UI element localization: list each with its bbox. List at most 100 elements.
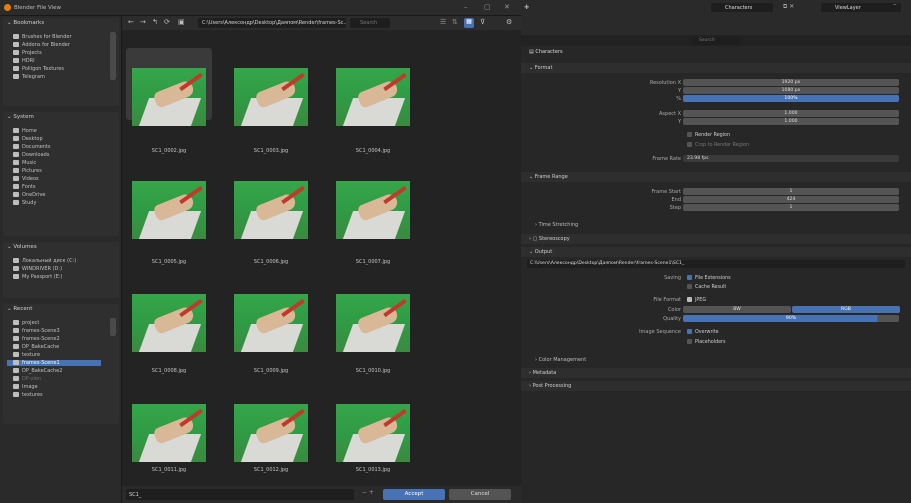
minimize-icon[interactable]: –	[464, 3, 468, 11]
thumbnail-image[interactable]	[132, 68, 206, 126]
recent-item[interactable]: frames-Scene2	[13, 336, 60, 342]
aspect-y-field[interactable]: 1.000	[683, 118, 899, 125]
system-item-documents[interactable]: Documents	[13, 144, 51, 150]
resolution-y-field[interactable]: 1080 px	[683, 87, 899, 94]
accept-button[interactable]: Accept	[383, 489, 445, 500]
thumbnail-image[interactable]	[336, 294, 410, 352]
system-header[interactable]: ⌄ System	[7, 114, 34, 120]
system-item-pictures[interactable]: Pictures	[13, 168, 42, 174]
recent-item[interactable]: project	[13, 320, 39, 326]
maximize-icon[interactable]: ▢	[484, 3, 491, 11]
thumbnail-image[interactable]	[234, 404, 308, 462]
system-item-music[interactable]: Music	[13, 160, 36, 166]
recent-item[interactable]: DP-vien	[13, 376, 41, 382]
recent-item[interactable]: texture	[13, 352, 40, 358]
recent-header[interactable]: ⌄ Recent	[7, 306, 32, 312]
frame-range-section-header[interactable]: ⌄ Frame Range	[521, 172, 911, 182]
thumbnail-image[interactable]	[132, 294, 206, 352]
frame-step-field[interactable]: 1	[683, 204, 899, 211]
recent-scrollbar[interactable]	[110, 318, 116, 336]
quality-slider[interactable]: 90%	[683, 315, 899, 322]
resolution-x-field[interactable]: 1920 px	[683, 79, 899, 86]
recent-item[interactable]: DP_BakeCache	[13, 344, 59, 350]
volume-item[interactable]: My Passport (E:)	[13, 274, 63, 280]
volume-item[interactable]: Локальный диск (C:)	[13, 258, 76, 264]
color-rgb-button[interactable]: RGB	[792, 306, 900, 313]
recent-item[interactable]: frames-Scene3	[13, 328, 60, 334]
stereoscopy-section-header[interactable]: › ▢ Stereoscopy	[521, 234, 911, 244]
scene-selector[interactable]: Characters	[711, 3, 773, 12]
recent-item[interactable]: textures	[13, 392, 43, 398]
recent-item[interactable]: Image	[13, 384, 38, 390]
frame-end-field[interactable]: 424	[683, 196, 899, 203]
properties-search-input[interactable]: Search	[691, 37, 741, 45]
scene-options-icon[interactable]: ⧉ ✕	[783, 3, 794, 11]
volumes-header[interactable]: ⌄ Volumes	[7, 244, 37, 250]
system-item-home[interactable]: Home	[13, 128, 37, 134]
frame-rate-dropdown[interactable]: 23.98 fps	[683, 155, 899, 162]
resolution-percentage-slider[interactable]: 100%	[683, 95, 899, 102]
path-field[interactable]: C:\Users\Алексондр\Desktop\Даяпом\Render…	[198, 18, 346, 28]
recent-item-selected[interactable]: frames-Scene1	[7, 360, 101, 366]
cache-result-checkbox[interactable]: Cache Result	[687, 284, 726, 290]
system-item-desktop[interactable]: Desktop	[13, 136, 43, 142]
format-section-header[interactable]: ⌄ Format	[521, 63, 911, 73]
back-arrow-icon[interactable]: ←	[128, 18, 134, 26]
display-mode-icon[interactable]: ☰	[440, 18, 446, 26]
forward-arrow-icon[interactable]: →	[140, 18, 146, 26]
recent-item[interactable]: DP_BakeCache2	[13, 368, 62, 374]
color-bw-button[interactable]: BW	[683, 306, 791, 313]
volume-item[interactable]: WINDRIVER (D:)	[13, 266, 62, 272]
bookmark-item[interactable]: Addons for Blender	[13, 42, 70, 48]
increment-decrement-icon[interactable]: − +	[362, 489, 374, 496]
view-layer-selector[interactable]: ViewLayer	[821, 3, 901, 12]
settings-gear-icon[interactable]: ⚙	[506, 18, 512, 26]
bookmark-item[interactable]: Projects	[13, 50, 42, 56]
metadata-section-header[interactable]: › Metadata	[521, 368, 911, 378]
post-processing-section-header[interactable]: › Post Processing	[521, 381, 911, 391]
bookmark-item[interactable]: Poliigon Textures	[13, 66, 64, 72]
search-input[interactable]: Search	[350, 18, 390, 28]
scene-icon[interactable]: ✚	[524, 4, 529, 11]
bookmarks-scrollbar[interactable]	[110, 32, 116, 80]
thumbnail-image[interactable]	[336, 404, 410, 462]
new-folder-icon[interactable]: ▣	[178, 18, 185, 26]
close-icon[interactable]: ✕	[504, 3, 510, 11]
filter-icon[interactable]: ⊽	[480, 18, 485, 26]
bookmark-item[interactable]: HDRI	[13, 58, 35, 64]
color-management-subpanel[interactable]: › Color Management	[535, 357, 586, 363]
bookmark-item[interactable]: Brushes for Blender	[13, 34, 72, 40]
sort-icon[interactable]: ⇅	[452, 18, 458, 26]
thumbnail-image[interactable]	[132, 181, 206, 239]
window-minimize-icon[interactable]: –	[893, 0, 897, 8]
thumbnail-image[interactable]	[336, 181, 410, 239]
render-region-checkbox[interactable]: Render Region	[687, 132, 730, 138]
thumbnail-image[interactable]	[336, 68, 410, 126]
system-item-downloads[interactable]: Downloads	[13, 152, 49, 158]
output-path-field[interactable]: C:\Users\Алексондр\Desktop\Даяпом\Render…	[527, 260, 905, 268]
thumbnail-image[interactable]	[234, 294, 308, 352]
parent-dir-icon[interactable]: ↰	[152, 18, 158, 26]
system-item-fonts[interactable]: Fonts	[13, 184, 36, 190]
time-stretching-subpanel[interactable]: › Time Stretching	[535, 222, 578, 228]
aspect-x-field[interactable]: 1.000	[683, 110, 899, 117]
filename-input[interactable]: SC1_	[126, 489, 354, 500]
refresh-icon[interactable]: ⟳	[164, 18, 170, 26]
thumbnail-view-icon[interactable]: ▦	[464, 18, 474, 28]
overwrite-checkbox[interactable]: Overwrite	[687, 329, 719, 335]
file-format-dropdown[interactable]: JPEG	[687, 297, 706, 303]
bookmark-item[interactable]: Telegram	[13, 74, 45, 80]
crop-region-checkbox[interactable]: Crop to Render Region	[687, 142, 749, 148]
frame-start-field[interactable]: 1	[683, 188, 899, 195]
system-item-videos[interactable]: Videos	[13, 176, 39, 182]
file-extensions-checkbox[interactable]: File Extensions	[687, 275, 731, 281]
bookmarks-header[interactable]: ⌄ Bookmarks	[7, 20, 44, 26]
thumbnail-image[interactable]	[234, 68, 308, 126]
system-item-study[interactable]: Study	[13, 200, 36, 206]
output-section-header[interactable]: ⌄ Output	[521, 247, 911, 257]
thumbnail-image[interactable]	[234, 181, 308, 239]
placeholders-checkbox[interactable]: Placeholders	[687, 339, 726, 345]
cancel-button[interactable]: Cancel	[449, 489, 511, 500]
system-item-onedrive[interactable]: OneDrive	[13, 192, 46, 198]
thumbnail-image[interactable]	[132, 404, 206, 462]
